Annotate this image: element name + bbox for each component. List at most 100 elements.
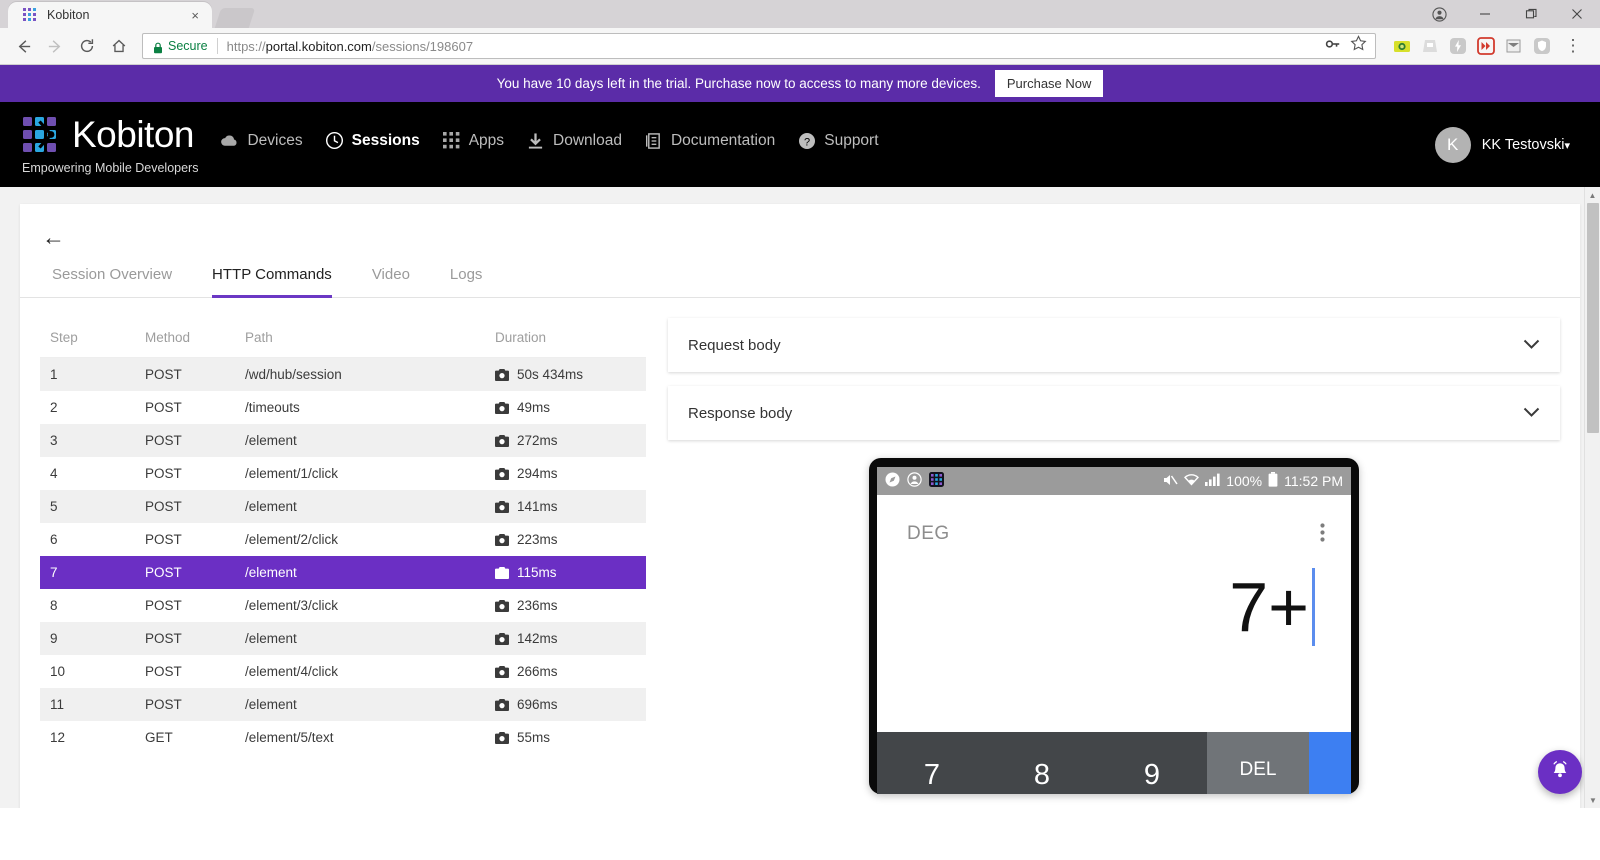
notifications-fab[interactable] (1538, 750, 1582, 794)
key-operator-column[interactable] (1309, 732, 1351, 794)
browser-menu-icon[interactable]: ⋮ (1559, 32, 1587, 60)
cell-method: POST (135, 622, 235, 655)
table-row[interactable]: 2 POST/timeouts 49ms (40, 391, 646, 424)
cell-path: /element (235, 622, 485, 655)
browser-toolbar: Secure https://portal.kobiton.com/sessio… (0, 28, 1600, 65)
browser-tab[interactable]: Kobiton × (8, 2, 212, 28)
camera-extension-icon[interactable] (1393, 37, 1411, 55)
tab-http-commands[interactable]: HTTP Commands (192, 258, 352, 298)
screenshot-icon[interactable] (495, 632, 509, 645)
table-row[interactable]: 7 POST/element 115ms (40, 556, 646, 589)
screenshot-icon[interactable] (495, 665, 509, 678)
cell-path: /element (235, 490, 485, 523)
table-row[interactable]: 9 POST/element 142ms (40, 622, 646, 655)
cell-duration: 294ms (485, 457, 646, 490)
scrollbar-down-arrow[interactable]: ▼ (1585, 792, 1600, 808)
scrollbar-up-arrow[interactable]: ▲ (1585, 187, 1600, 203)
session-detail-card: ← Session Overview HTTP Commands Video L… (20, 204, 1580, 808)
overflow-menu-icon[interactable] (1320, 523, 1325, 543)
tab-close-icon[interactable]: × (188, 8, 202, 23)
chevron-down-icon[interactable] (1523, 337, 1540, 354)
window-minimize-button[interactable] (1462, 0, 1508, 28)
back-button-icon[interactable] (9, 32, 37, 60)
cell-duration: 696ms (485, 688, 646, 721)
table-row[interactable]: 4 POST/element/1/click 294ms (40, 457, 646, 490)
cell-duration: 142ms (485, 622, 646, 655)
screenshot-icon[interactable] (495, 698, 509, 711)
new-tab-button[interactable] (214, 8, 256, 28)
window-controls (1416, 0, 1600, 28)
table-row[interactable]: 1 POST/wd/hub/session 50s 434ms (40, 357, 646, 391)
profile-icon[interactable] (1416, 0, 1462, 28)
chevron-down-icon: ▾ (1564, 139, 1570, 152)
response-body-accordion[interactable]: Response body (668, 386, 1560, 440)
question-circle-icon: ? (797, 131, 816, 150)
table-row[interactable]: 5 POST/element 141ms (40, 490, 646, 523)
screenshot-icon[interactable] (495, 368, 509, 381)
table-row[interactable]: 10 POST/element/4/click 266ms (40, 655, 646, 688)
screenshot-icon[interactable] (495, 434, 509, 447)
screenshot-icon[interactable] (495, 500, 509, 513)
key-delete[interactable]: DEL (1207, 732, 1309, 794)
address-bar[interactable]: Secure https://portal.kobiton.com/sessio… (142, 33, 1376, 59)
chevron-down-icon[interactable] (1523, 405, 1540, 422)
request-body-accordion[interactable]: Request body (668, 318, 1560, 372)
tab-session-overview[interactable]: Session Overview (32, 258, 192, 297)
window-close-button[interactable] (1554, 0, 1600, 28)
scrollbar-thumb[interactable] (1587, 203, 1599, 433)
key-8[interactable]: 8 (987, 732, 1097, 794)
nav-item-devices[interactable]: Devices (220, 131, 303, 150)
table-row[interactable]: 8 POST/element/3/click 236ms (40, 589, 646, 622)
reload-button-icon[interactable] (73, 32, 101, 60)
screenshot-icon[interactable] (495, 401, 509, 414)
forward-extension-icon[interactable] (1477, 37, 1495, 55)
cell-step: 9 (40, 622, 135, 655)
screenshot-icon[interactable] (495, 566, 509, 579)
shield-extension-icon[interactable] (1533, 37, 1551, 55)
nav-item-support[interactable]: ? Support (797, 131, 879, 150)
key-9[interactable]: 9 (1097, 732, 1207, 794)
key-icon[interactable] (1325, 36, 1341, 57)
table-row[interactable]: 6 POST/element/2/click 223ms (40, 523, 646, 556)
table-row[interactable]: 11 POST/element 696ms (40, 688, 646, 721)
save-extension-icon[interactable] (1421, 37, 1439, 55)
table-row[interactable]: 3 POST/element 272ms (40, 424, 646, 457)
screenshot-icon[interactable] (495, 467, 509, 480)
phone-screen[interactable]: 100% 11:52 PM DEG 7+ 7 8 9 DEL (877, 467, 1351, 794)
nav-item-sessions[interactable]: Sessions (325, 131, 420, 150)
nav-item-apps[interactable]: Apps (442, 131, 504, 150)
home-button-icon[interactable] (105, 32, 133, 60)
tab-logs[interactable]: Logs (430, 258, 503, 297)
mail-extension-icon[interactable] (1505, 37, 1523, 55)
screenshot-icon[interactable] (495, 533, 509, 546)
back-to-sessions-button[interactable]: ← (42, 224, 65, 250)
secure-label: Secure (168, 39, 208, 53)
tab-video[interactable]: Video (352, 258, 430, 297)
star-icon[interactable] (1350, 35, 1367, 57)
angle-mode-label[interactable]: DEG (907, 523, 950, 545)
cell-path: /element/1/click (245, 466, 339, 481)
calculator-display[interactable]: DEG 7+ (877, 495, 1351, 732)
kobiton-logo[interactable]: Kobiton Empowering Mobile Developers (22, 115, 198, 175)
window-maximize-button[interactable] (1508, 0, 1554, 28)
user-menu[interactable]: K KK Testovski▾ (1434, 126, 1570, 163)
svg-text:?: ? (804, 136, 810, 148)
page-scrollbar[interactable]: ▲ ▼ (1584, 187, 1600, 808)
screenshot-icon[interactable] (495, 731, 509, 744)
cell-step: 12 (50, 730, 66, 745)
table-body: 1 POST/wd/hub/session 50s 434ms 2 POST/timeo… (40, 357, 646, 755)
table-row[interactable]: 12 GET/element/5/text 55ms (40, 721, 646, 754)
omnibox-divider (216, 38, 218, 54)
http-commands-table: Step Method Path Duration 1 POST/wd/hub/s… (40, 318, 646, 754)
purchase-now-button[interactable]: Purchase Now (994, 70, 1104, 97)
cell-step: 7 (40, 556, 135, 589)
nav-item-documentation[interactable]: Documentation (644, 131, 775, 150)
url-path: /sessions/198607 (371, 38, 474, 54)
lightning-extension-icon[interactable] (1449, 37, 1467, 55)
browser-tab-title: Kobiton (47, 8, 90, 22)
address-bar-url: https://portal.kobiton.com/sessions/1986… (227, 39, 473, 54)
calculator-expression: 7+ (1229, 568, 1309, 646)
nav-item-download[interactable]: Download (526, 131, 622, 150)
screenshot-icon[interactable] (495, 599, 509, 612)
key-7[interactable]: 7 (877, 732, 987, 794)
